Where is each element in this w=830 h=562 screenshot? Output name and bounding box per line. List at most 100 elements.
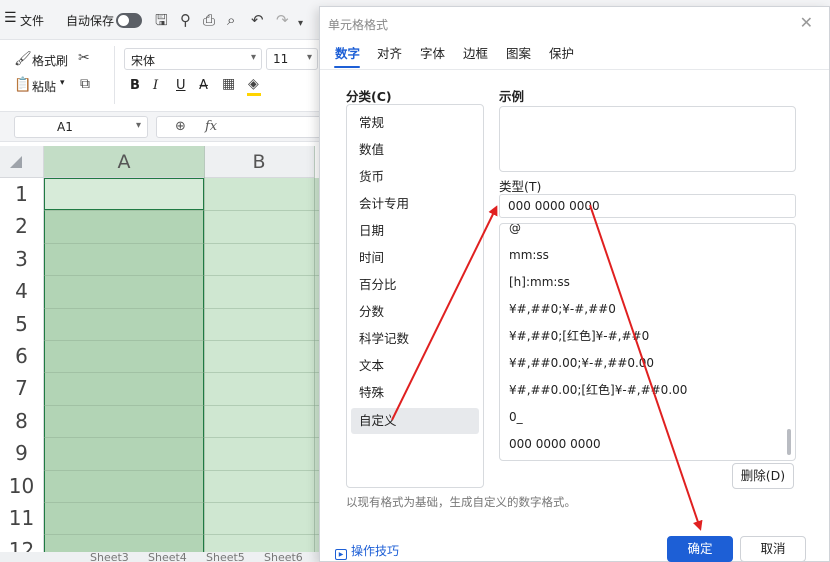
cancel-button[interactable]: 取消 (740, 536, 806, 562)
select-all-corner[interactable] (0, 146, 44, 178)
type-input[interactable]: 000 0000 0000 (499, 194, 796, 218)
scrollbar-thumb[interactable] (787, 429, 791, 455)
tab-pattern[interactable]: 图案 (506, 43, 531, 62)
format-code-item[interactable]: ¥#,##0.00;[红色]¥-#,##0.00 (509, 382, 687, 398)
sample-preview (499, 106, 796, 172)
row-header[interactable]: 4 (0, 275, 44, 308)
paste-button[interactable]: 粘贴 (32, 78, 56, 95)
category-list[interactable]: 常规 数值 货币 会计专用 日期 时间 百分比 分数 科学记数 文本 特殊 自定… (346, 104, 484, 488)
format-code-item[interactable]: @ (509, 224, 521, 236)
format-painter-button[interactable]: 格式刷 (32, 52, 68, 69)
hint-text: 以现有格式为基础，生成自定义的数字格式。 (346, 495, 576, 509)
ok-button[interactable]: 确定 (667, 536, 733, 562)
redo-icon[interactable]: ↷ (276, 11, 289, 29)
formula-tools: ⊕ fx (156, 116, 326, 138)
row-header[interactable]: 1 (0, 178, 44, 211)
delete-button[interactable]: 删除(D) (732, 463, 794, 489)
paste-icon[interactable]: 📋 (14, 77, 31, 93)
category-item[interactable]: 百分比 (351, 272, 479, 298)
row-header[interactable]: 11 (0, 502, 44, 535)
bold-icon[interactable]: B (130, 78, 140, 93)
name-box[interactable]: A1 ▾ (14, 116, 148, 138)
format-code-item[interactable]: 000 0000 0000 (509, 436, 601, 452)
tab-font[interactable]: 字体 (420, 43, 445, 62)
undo-icon[interactable]: ↶ (251, 11, 264, 29)
fx-icon[interactable]: fx (205, 119, 217, 134)
row-header[interactable]: 8 (0, 404, 44, 438)
tabs-divider (320, 69, 829, 70)
category-item[interactable]: 数值 (351, 137, 479, 163)
row-header[interactable]: 6 (0, 340, 44, 373)
copy-icon[interactable]: ⧉ (80, 76, 90, 92)
fill-color-icon[interactable]: ◈ (248, 76, 259, 92)
row-header[interactable]: 9 (0, 437, 44, 470)
row-header[interactable]: 10 (0, 469, 44, 502)
tab-alignment[interactable]: 对齐 (377, 43, 402, 62)
font-size-value: 11 (273, 52, 289, 66)
format-code-item[interactable]: ¥#,##0;¥-#,##0 (509, 301, 616, 317)
category-item[interactable]: 货币 (351, 164, 479, 190)
format-code-item[interactable]: mm:ss (509, 247, 549, 263)
file-menu[interactable]: 文件 (20, 12, 44, 29)
tips-link[interactable]: ▶ 操作技巧 (335, 542, 399, 560)
category-item[interactable]: 特殊 (351, 380, 479, 406)
paste-dropdown-icon[interactable]: ▾ (60, 78, 65, 88)
print-preview-icon[interactable]: ⌕ (227, 11, 235, 29)
format-painter-icon[interactable]: 🖌 (14, 51, 32, 67)
category-item[interactable]: 文本 (351, 353, 479, 379)
underline-icon[interactable]: U (176, 78, 186, 93)
active-cell-a1[interactable] (44, 178, 204, 210)
row-header[interactable]: 7 (0, 372, 44, 405)
zoom-icon[interactable]: ⊕ (175, 119, 186, 134)
format-code-item[interactable]: [h]:mm:ss (509, 274, 570, 290)
category-item[interactable]: 常规 (351, 110, 479, 136)
category-label: 分类(C) (346, 89, 392, 104)
format-code-list[interactable]: @ mm:ss [h]:mm:ss ¥#,##0;¥-#,##0 ¥#,##0;… (499, 223, 796, 461)
sheet-tab[interactable]: Sheet4 (148, 552, 187, 562)
save-icon[interactable]: 🖫 (155, 11, 168, 29)
selected-column-a[interactable] (44, 178, 204, 562)
tab-border[interactable]: 边框 (463, 43, 488, 62)
ribbon-divider (114, 46, 115, 104)
autosave-toggle[interactable] (116, 13, 142, 28)
format-painter-quick-icon[interactable]: ⚲ (180, 11, 191, 29)
dialog-tabs: 数字 对齐 字体 边框 图案 保护 (320, 43, 829, 68)
format-code-item[interactable]: 0_ (509, 409, 523, 425)
category-item[interactable]: 分数 (351, 299, 479, 325)
format-code-item[interactable]: ¥#,##0.00;¥-#,##0.00 (509, 355, 654, 371)
menu-icon[interactable]: ☰ (4, 10, 17, 26)
category-item[interactable]: 时间 (351, 245, 479, 271)
column-header-a[interactable]: A (44, 146, 204, 178)
active-tab-indicator (334, 66, 360, 68)
border-icon[interactable]: ▦ (222, 76, 235, 92)
fill-color-swatch (247, 93, 261, 96)
tab-protection[interactable]: 保护 (549, 43, 574, 62)
tab-number[interactable]: 数字 (335, 43, 360, 62)
chevron-down-icon: ▾ (135, 120, 141, 131)
font-name-select[interactable]: 宋体 ▾ (124, 48, 262, 70)
cut-icon[interactable]: ✂ (78, 50, 90, 66)
italic-icon[interactable]: I (153, 78, 158, 93)
strikethrough-icon[interactable]: A̶ (199, 78, 208, 93)
autosave-label: 自动保存 (66, 14, 115, 28)
font-size-select[interactable]: 11 ▾ (266, 48, 318, 70)
row-header[interactable]: 5 (0, 307, 44, 340)
category-item[interactable]: 会计专用 (351, 191, 479, 217)
category-item[interactable]: 科学记数 (351, 326, 479, 352)
more-chevron-icon[interactable]: ▾ (298, 15, 303, 33)
sheet-tab-bar: Sheet3 Sheet4 Sheet5 Sheet6 (0, 552, 320, 562)
column-gridline (314, 146, 315, 562)
print-icon[interactable]: ⎙ (203, 11, 215, 29)
close-icon[interactable]: ✕ (800, 13, 813, 32)
sheet-tab[interactable]: Sheet3 (90, 552, 129, 562)
category-item[interactable]: 日期 (351, 218, 479, 244)
triangle-icon (10, 156, 22, 168)
row-header[interactable]: 2 (0, 210, 44, 243)
row-header[interactable]: 3 (0, 242, 44, 276)
sheet-tab[interactable]: Sheet5 (206, 552, 245, 562)
sheet-tab[interactable]: Sheet6 (264, 552, 303, 562)
category-item-custom[interactable]: 自定义 (351, 408, 479, 434)
column-header-b[interactable]: B (204, 146, 314, 178)
format-code-item[interactable]: ¥#,##0;[红色]¥-#,##0 (509, 328, 649, 344)
font-name-value: 宋体 (131, 54, 156, 68)
